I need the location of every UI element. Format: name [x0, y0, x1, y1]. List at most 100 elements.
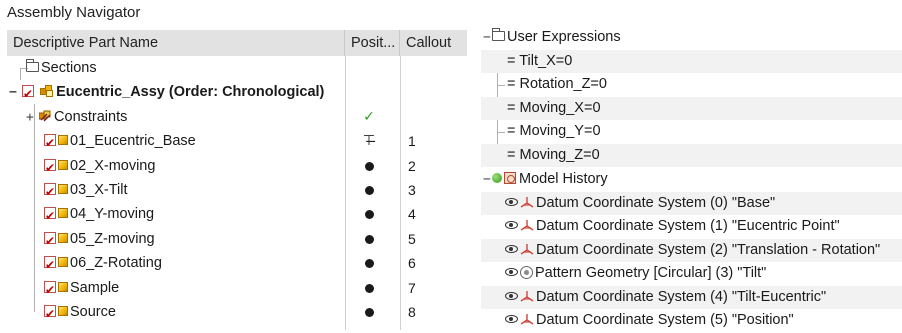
callout-value: 2: [408, 157, 416, 174]
folder-icon: [492, 28, 505, 41]
pattern-icon: [520, 266, 533, 279]
visibility-checkbox[interactable]: [44, 131, 56, 156]
callout-value: 3: [408, 182, 416, 198]
history-label: Datum Coordinate System (2) "Translation…: [536, 241, 881, 258]
visibility-checkbox[interactable]: [44, 156, 56, 180]
row-label: Sections: [41, 60, 97, 76]
visibility-checkbox[interactable]: [44, 180, 56, 204]
expression-label: = Moving_Y=0: [507, 123, 601, 139]
part-icon: [58, 257, 68, 268]
callout-value: 1: [408, 133, 416, 150]
position-status-dot: [359, 178, 379, 202]
visibility-checkbox[interactable]: [44, 302, 56, 326]
tree-row-user-expressions[interactable]: − User Expressions: [481, 26, 902, 50]
expression-item[interactable]: = Moving_Y=0: [481, 120, 902, 144]
tree-row-part[interactable]: Sample 7: [7, 276, 467, 302]
history-label: Pattern Geometry [Circular] (3) "Tilt": [535, 265, 767, 281]
column-header-callout[interactable]: Callout: [400, 30, 467, 56]
eye-icon[interactable]: [505, 291, 518, 300]
callout-value: 4: [408, 206, 416, 223]
collapse-icon[interactable]: −: [483, 168, 492, 192]
visibility-checkbox[interactable]: [44, 278, 56, 302]
constraints-status-check: ✓: [363, 108, 375, 125]
history-item[interactable]: Datum Coordinate System (0) "Base": [481, 191, 902, 215]
history-item[interactable]: Datum Coordinate System (1) "Eucentric P…: [481, 215, 902, 239]
row-label: Eucentric_Assy (Order: Chronological): [56, 84, 325, 101]
expression-item[interactable]: = Rotation_Z=0: [481, 73, 902, 97]
expression-label: = Rotation_Z=0: [507, 76, 607, 92]
expression-item[interactable]: = Tilt_X=0: [481, 49, 902, 73]
part-icon: [58, 135, 68, 146]
expression-item[interactable]: = Moving_X=0: [481, 96, 902, 120]
history-label: Datum Coordinate System (0) "Base": [536, 194, 776, 211]
part-icon: [58, 306, 68, 316]
row-label: 02_X-moving: [70, 157, 156, 174]
folder-icon: [26, 59, 39, 72]
part-icon: [58, 281, 68, 292]
tree-row-part[interactable]: 01_Eucentric_Base ⊤̶ 1: [7, 129, 467, 156]
expression-label: = Moving_X=0: [507, 99, 601, 116]
assembly-navigator: Descriptive Part Name Posit... Callout S…: [7, 30, 467, 330]
history-item[interactable]: Datum Coordinate System (5) "Position": [481, 309, 902, 333]
position-status-dot: [359, 300, 379, 324]
collapse-icon[interactable]: −: [483, 26, 492, 50]
tree-row-part[interactable]: 04_Y-moving 4: [7, 202, 467, 229]
callout-value: 8: [408, 304, 416, 320]
csys-icon: [520, 193, 534, 208]
eye-icon[interactable]: [505, 315, 518, 323]
collapse-icon[interactable]: −: [9, 81, 18, 105]
tree-row-model-history[interactable]: − Model History: [481, 168, 902, 192]
row-label: Source: [70, 304, 116, 320]
fixed-position-icon: ⊤̶: [362, 133, 376, 150]
history-label: Datum Coordinate System (1) "Eucentric P…: [536, 218, 840, 234]
panel-title: Assembly Navigator: [7, 4, 141, 21]
visibility-checkbox[interactable]: [44, 253, 56, 278]
row-label: Sample: [70, 279, 120, 296]
callout-value: 6: [408, 255, 416, 272]
position-status-dot: [359, 154, 379, 178]
visibility-checkbox[interactable]: [22, 82, 35, 107]
row-label: 03_X-Tilt: [70, 182, 128, 198]
row-label: 04_Y-moving: [70, 206, 155, 223]
row-label: 05_Z-moving: [70, 230, 155, 247]
tree-row-part[interactable]: 02_X-moving 2: [7, 154, 467, 180]
expression-label: = Moving_Z=0: [507, 146, 600, 163]
tree-row-part[interactable]: 05_Z-moving 5: [7, 227, 467, 253]
callout-value: 7: [408, 279, 416, 296]
csys-icon: [520, 240, 534, 255]
position-status-dot: [359, 251, 379, 275]
assembly-icon: [40, 85, 54, 98]
tree-row-assembly[interactable]: − Eucentric_Assy (Order: Chronological): [7, 80, 467, 107]
history-item[interactable]: Datum Coordinate System (2) "Translation…: [481, 238, 902, 262]
csys-icon: [520, 287, 534, 302]
history-item[interactable]: Pattern Geometry [Circular] (3) "Tilt": [481, 262, 902, 286]
expression-item[interactable]: = Moving_Z=0: [481, 143, 902, 167]
expression-label: = Tilt_X=0: [507, 52, 573, 69]
row-label: Constraints: [54, 108, 128, 125]
row-label: Model History: [519, 171, 608, 187]
column-header-position[interactable]: Posit...: [345, 30, 400, 56]
tree-row-part[interactable]: 06_Z-Rotating 6: [7, 251, 467, 278]
expand-icon[interactable]: +: [26, 106, 35, 130]
position-status-dot: [359, 227, 379, 251]
eye-icon[interactable]: [505, 221, 518, 229]
visibility-checkbox[interactable]: [44, 204, 56, 229]
column-header-name[interactable]: Descriptive Part Name: [7, 30, 345, 56]
history-label: Datum Coordinate System (5) "Position": [536, 312, 794, 328]
tree-row-part[interactable]: 03_X-Tilt 3: [7, 178, 467, 204]
csys-icon: [520, 310, 534, 325]
part-icon: [58, 159, 68, 170]
row-label: 01_Eucentric_Base: [70, 133, 196, 150]
eye-icon[interactable]: [505, 268, 518, 276]
history-label: Datum Coordinate System (4) "Tilt-Eucent…: [536, 288, 827, 305]
status-ok-icon: [492, 173, 502, 183]
tree-row-constraints[interactable]: + Constraints ✓: [7, 105, 467, 129]
row-label: User Expressions: [507, 29, 621, 45]
eye-icon[interactable]: [505, 197, 518, 206]
tree-row-part[interactable]: Source 8: [7, 300, 467, 326]
tree-row-sections[interactable]: Sections: [7, 56, 467, 80]
history-item[interactable]: Datum Coordinate System (4) "Tilt-Eucent…: [481, 285, 902, 309]
part-navigator: − User Expressions = Tilt_X=0 = Rotation_…: [481, 26, 902, 333]
eye-icon[interactable]: [505, 244, 518, 253]
visibility-checkbox[interactable]: [44, 229, 56, 253]
